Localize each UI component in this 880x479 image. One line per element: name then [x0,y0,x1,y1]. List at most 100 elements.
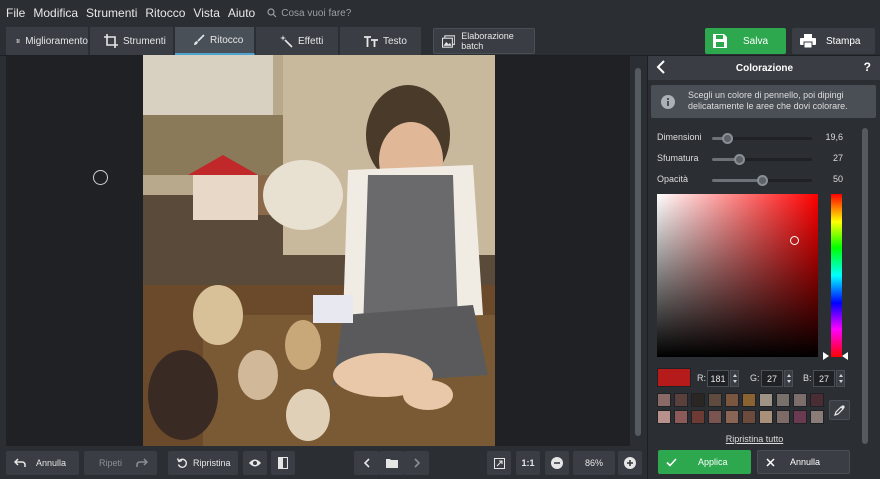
palette-swatch[interactable] [725,393,739,407]
tab-miglioramento[interactable]: Miglioramento [6,27,89,55]
g-spinner[interactable] [784,370,793,387]
next-image-button[interactable] [404,451,429,475]
palette-swatch[interactable] [691,410,705,424]
palette-swatch[interactable] [725,410,739,424]
color-picker-marker[interactable] [790,236,799,245]
undo-button[interactable]: Annulla [6,451,79,475]
hue-marker-right[interactable] [842,352,848,360]
fit-to-screen-button[interactable] [487,451,511,475]
canvas-vertical-scrollbar[interactable] [632,56,644,446]
palette-swatch[interactable] [708,410,722,424]
tab-testo[interactable]: Testo [340,27,422,55]
color-saturation-picker[interactable] [657,194,818,357]
g-input[interactable]: 27 [761,370,783,387]
palette-swatch[interactable] [742,393,756,407]
preview-button[interactable] [243,451,267,475]
slider-opacita-label: Opacità [657,174,689,184]
palette-swatch[interactable] [793,410,807,424]
b-spinner[interactable] [836,370,845,387]
save-button[interactable]: Salva [705,28,786,54]
palette-swatch[interactable] [674,393,688,407]
search-icon [267,8,277,18]
previous-image-button[interactable] [354,451,379,475]
tab-effetti-label: Effetti [298,35,324,47]
help-button[interactable]: ? [864,60,871,74]
palette-swatch[interactable] [657,410,671,424]
back-arrow-icon[interactable] [656,60,666,74]
slider-sfumatura-track[interactable] [712,154,812,165]
palette-swatch[interactable] [810,410,824,424]
menu-ritocco[interactable]: Ritocco [145,6,185,20]
palette-swatch[interactable] [776,410,790,424]
palette-swatch[interactable] [793,393,807,407]
sliders-icon [16,39,20,43]
scrollbar-thumb[interactable] [635,68,641,436]
slider-knob[interactable] [722,133,733,144]
palette-swatch[interactable] [691,393,705,407]
zoom-level[interactable]: 86% [573,451,615,475]
menu-modifica[interactable]: Modifica [33,6,78,20]
slider-knob[interactable] [757,175,768,186]
apply-label: Applica [698,457,728,467]
compare-button[interactable] [271,451,295,475]
print-button[interactable]: Stampa [792,28,875,54]
palette-swatch[interactable] [759,410,773,424]
open-folder-button[interactable] [379,451,404,475]
slider-sfumatura-value: 27 [832,153,843,163]
tab-ritocco-label: Ritocco [210,34,244,46]
zoom-out-button[interactable] [545,451,569,475]
r-spinner[interactable] [730,370,739,387]
batch-processing-button[interactable]: Elaborazione batch [433,28,535,54]
palette-swatch[interactable] [742,410,756,424]
palette-swatch[interactable] [759,393,773,407]
panel-header: Colorazione ? [648,56,880,80]
search-box[interactable]: Cosa vuoi fare? [267,8,351,19]
info-box: Scegli un colore di pennello, poi diping… [651,85,876,118]
search-placeholder: Cosa vuoi fare? [281,7,352,19]
reset-button[interactable]: Ripristina [168,451,238,475]
palette-swatch[interactable] [810,393,824,407]
panel-scrollbar[interactable] [859,126,871,446]
info-icon [661,95,675,109]
slider-dimensioni-track[interactable] [712,133,812,144]
menu-file[interactable]: File [6,6,25,20]
actual-size-button[interactable]: 1:1 [516,451,540,475]
tab-ritocco[interactable]: Ritocco [175,27,255,55]
hue-marker-left[interactable] [823,352,829,360]
zoom-in-button[interactable] [618,451,642,475]
redo-button[interactable]: Ripeti [84,451,157,475]
menu-bar: File Modifica Strumenti Ritocco Vista Ai… [0,0,880,26]
palette-swatch[interactable] [657,393,671,407]
palette-swatch[interactable] [776,393,790,407]
photo-canvas[interactable] [143,55,495,446]
menu-aiuto[interactable]: Aiuto [228,6,255,20]
tab-strumenti[interactable]: Strumenti [90,27,174,55]
r-input[interactable]: 181 [707,370,729,387]
slider-knob[interactable] [734,154,745,165]
slider-sfumatura[interactable]: Sfumatura 27 [657,152,857,166]
b-input[interactable]: 27 [813,370,835,387]
slider-opacita[interactable]: Opacità 50 [657,173,857,187]
tab-effetti[interactable]: Effetti [256,27,339,55]
eyedropper-button[interactable] [829,400,850,420]
palette-swatch[interactable] [708,393,722,407]
chevron-right-icon [413,458,420,468]
print-label: Stampa [826,35,861,47]
reset-all-link[interactable]: Ripristina tutto [648,434,861,444]
palette-swatch[interactable] [674,410,688,424]
tab-miglioramento-label: Miglioramento [25,35,88,47]
hue-slider[interactable] [831,194,842,357]
menu-vista[interactable]: Vista [193,6,219,20]
crop-icon [104,34,118,48]
slider-opacita-value: 50 [832,174,843,184]
cancel-button[interactable]: Annulla [757,450,850,474]
eye-icon [249,459,261,467]
panel-scrollbar-thumb[interactable] [862,128,868,444]
batch-processing-label: Elaborazione batch [461,31,514,51]
colorization-panel: Colorazione ? Scegli un colore di pennel… [647,56,880,479]
zoom-out-icon [551,457,563,469]
slider-opacita-track[interactable] [712,175,812,186]
menu-strumenti[interactable]: Strumenti [86,6,137,20]
apply-button[interactable]: Applica [658,450,751,474]
slider-dimensioni[interactable]: Dimensioni 19,6 [657,131,857,145]
